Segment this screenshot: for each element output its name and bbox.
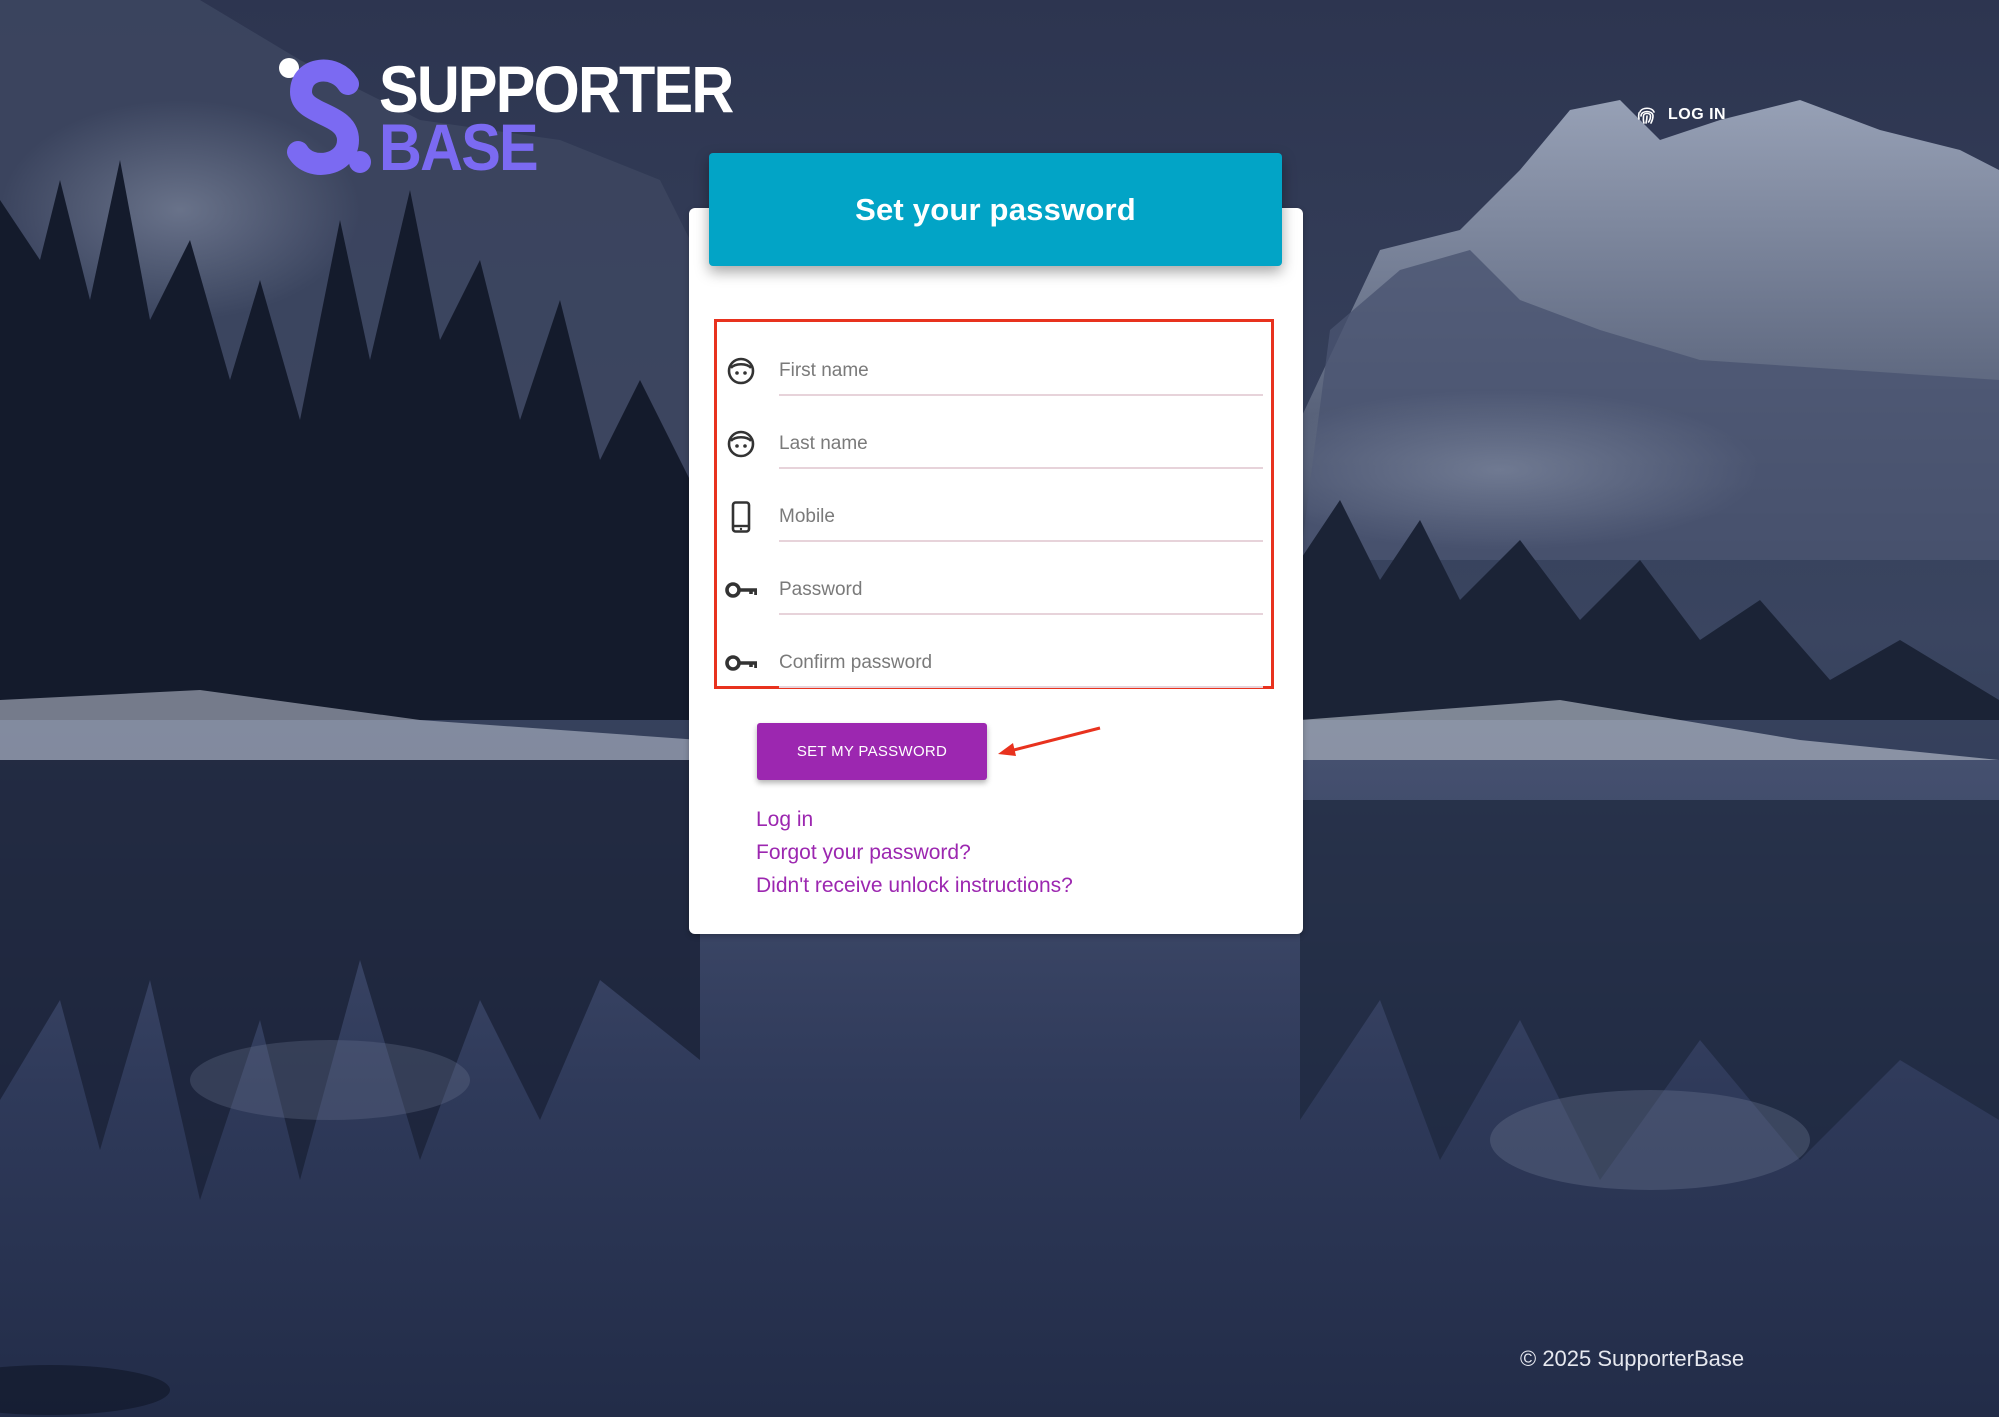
brand-logo[interactable]: SUPPORTER BASE xyxy=(276,54,734,184)
nav-login-link[interactable]: LOG IN xyxy=(1635,102,1726,128)
confirm-password-field xyxy=(724,632,1263,688)
logo-word-base: BASE xyxy=(379,110,539,184)
smartphone-icon xyxy=(724,500,758,534)
confirm-password-underline xyxy=(779,686,1263,688)
face-icon xyxy=(724,354,758,388)
footer-copyright: © 2025 SupporterBase xyxy=(1520,1346,1745,1371)
auth-links: Log in Forgot your password? Didn't rece… xyxy=(756,803,1073,902)
forgot-password-link[interactable]: Forgot your password? xyxy=(756,836,1073,869)
last-name-input[interactable] xyxy=(779,429,1263,459)
nav-login-label: LOG IN xyxy=(1668,106,1727,123)
key-icon xyxy=(724,646,758,680)
face-icon xyxy=(724,427,758,461)
unlock-instructions-link[interactable]: Didn't receive unlock instructions? xyxy=(756,869,1073,902)
first-name-field xyxy=(724,340,1263,396)
confirm-password-input[interactable] xyxy=(779,648,1263,678)
fingerprint-icon xyxy=(1637,107,1655,124)
password-field xyxy=(724,559,1263,615)
mobile-field xyxy=(724,486,1263,542)
card-header: Set your password xyxy=(709,153,1282,266)
mobile-underline xyxy=(779,540,1263,542)
set-my-password-button[interactable]: SET MY PASSWORD xyxy=(757,723,987,780)
last-name-underline xyxy=(779,467,1263,469)
last-name-field xyxy=(724,413,1263,469)
annotation-arrow-icon xyxy=(998,726,1101,756)
first-name-input[interactable] xyxy=(779,356,1263,386)
password-input[interactable] xyxy=(779,575,1263,605)
first-name-underline xyxy=(779,394,1263,396)
key-icon xyxy=(724,573,758,607)
login-link[interactable]: Log in xyxy=(756,803,1073,836)
card-title: Set your password xyxy=(855,191,1136,227)
logo-mark-icon xyxy=(279,58,371,175)
mobile-input[interactable] xyxy=(779,502,1263,532)
password-underline xyxy=(779,613,1263,615)
